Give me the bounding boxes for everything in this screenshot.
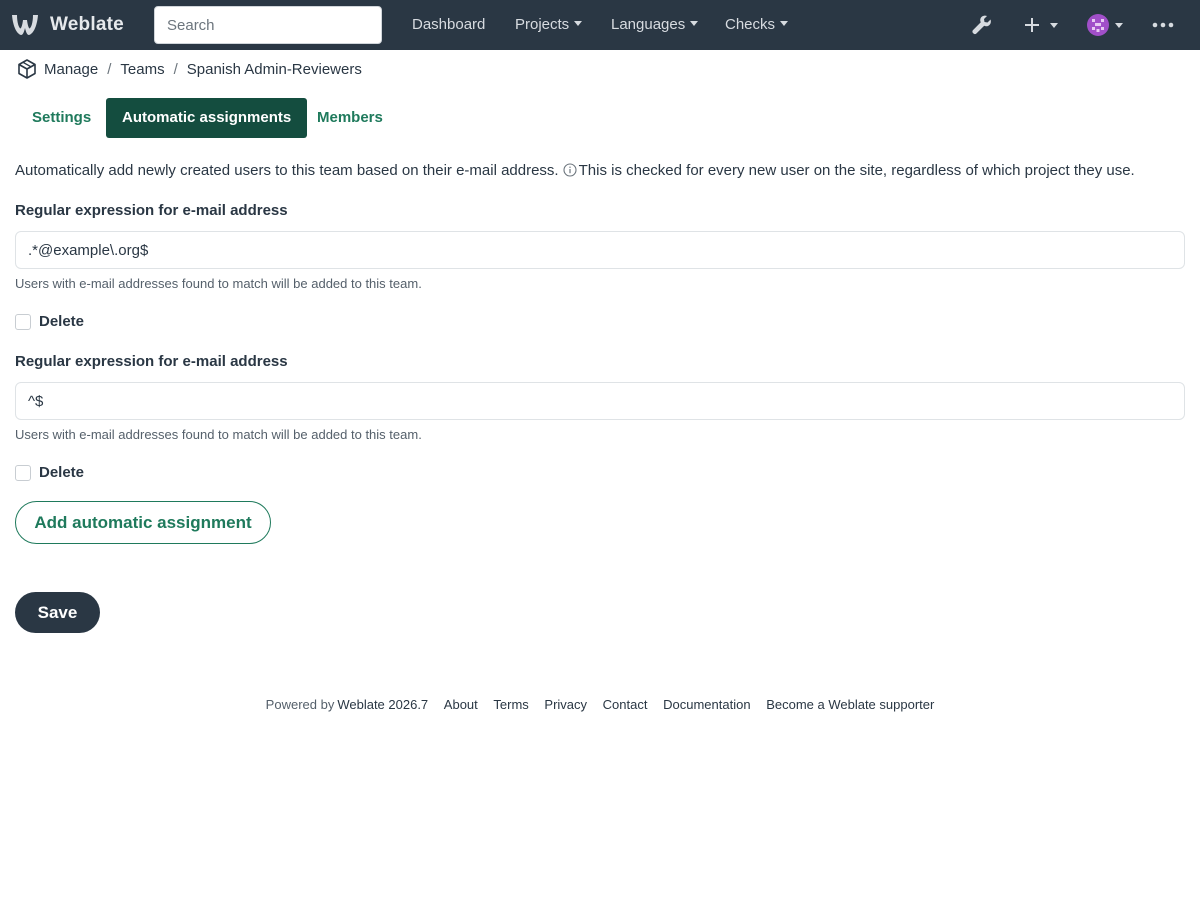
manage-button[interactable] — [970, 13, 994, 41]
nav-dashboard-label: Dashboard — [412, 16, 486, 33]
user-menu-button[interactable] — [1087, 14, 1109, 40]
regex-help-text: Users with e-mail addresses found to mat… — [15, 276, 422, 291]
nav-checks-dropdown[interactable]: Checks — [725, 15, 789, 35]
nav-dashboard[interactable]: Dashboard — [412, 15, 485, 35]
footer-link-documentation[interactable]: Documentation — [663, 697, 750, 712]
weblate-logo-icon — [12, 15, 38, 35]
delete-checkbox[interactable] — [15, 464, 31, 481]
wrench-icon — [972, 15, 991, 35]
avatar — [1087, 14, 1109, 36]
plus-icon — [1025, 18, 1039, 32]
delete-label: Delete — [39, 464, 85, 481]
add-menu-button[interactable] — [1022, 15, 1042, 39]
regex-help-text: Users with e-mail addresses found to mat… — [15, 427, 422, 442]
intro-description: Automatically add newly created users to… — [15, 162, 559, 179]
nav-projects-dropdown[interactable]: Projects — [515, 15, 583, 35]
footer-link-contact[interactable]: Contact — [603, 697, 648, 712]
intro-note: This is checked for every new user on th… — [578, 162, 1135, 179]
footer-link-terms[interactable]: Terms — [493, 697, 528, 712]
breadcrumb-team-name[interactable]: Spanish Admin-Reviewers — [187, 61, 362, 78]
manage-cube-icon — [16, 58, 38, 80]
caret-down-icon — [1050, 23, 1058, 28]
add-automatic-assignment-button[interactable]: Add automatic assignment — [15, 501, 271, 544]
caret-down-icon — [1115, 23, 1123, 28]
more-menu-button[interactable] — [1152, 15, 1174, 39]
caret-down-icon — [574, 21, 583, 26]
delete-checkbox[interactable] — [15, 313, 31, 330]
tab-settings[interactable]: Settings — [16, 98, 107, 138]
regex-input[interactable] — [15, 382, 1185, 420]
search-input[interactable] — [154, 6, 382, 44]
tab-automatic-assignments[interactable]: Automatic assignments — [106, 98, 308, 138]
footer-link-supporter[interactable]: Become a Weblate supporter — [766, 697, 934, 712]
footer: Powered by Weblate 2026.7 About Terms Pri… — [0, 697, 1200, 712]
brand-logo[interactable]: Weblate — [10, 11, 124, 39]
nav-checks-label: Checks — [725, 16, 776, 33]
regex-label: Regular expression for e-mail address — [15, 202, 288, 219]
tab-members[interactable]: Members — [301, 98, 399, 138]
nav-projects-label: Projects — [515, 16, 570, 33]
caret-down-icon — [780, 21, 789, 26]
brand-name: Weblate — [50, 14, 124, 35]
footer-link-privacy[interactable]: Privacy — [544, 697, 587, 712]
footer-powered-by-text: Powered by — [265, 697, 335, 712]
delete-label: Delete — [39, 313, 85, 330]
delete-checkbox-row[interactable]: Delete — [15, 464, 84, 481]
regex-label: Regular expression for e-mail address — [15, 353, 288, 370]
nav-languages-label: Languages — [611, 16, 686, 33]
footer-link-about[interactable]: About — [444, 697, 478, 712]
info-icon — [563, 162, 577, 184]
top-navbar: Weblate Dashboard Projects Languages Che… — [0, 0, 1200, 50]
intro-text: Automatically add newly created users to… — [15, 160, 1185, 184]
footer-powered-by: Powered by Weblate 2026.7 — [266, 697, 429, 712]
nav-languages-dropdown[interactable]: Languages — [611, 15, 699, 35]
breadcrumb-separator: / — [107, 60, 112, 78]
breadcrumb-manage[interactable]: Manage — [44, 61, 98, 78]
more-icon — [1152, 22, 1174, 28]
save-button[interactable]: Save — [15, 592, 100, 633]
caret-down-icon — [690, 21, 699, 26]
footer-version-link[interactable]: Weblate 2026.7 — [337, 697, 428, 712]
delete-checkbox-row[interactable]: Delete — [15, 313, 84, 330]
breadcrumb-teams[interactable]: Teams — [120, 61, 164, 78]
breadcrumb-separator: / — [173, 60, 178, 78]
breadcrumb: Manage / Teams / Spanish Admin-Reviewers — [16, 58, 362, 80]
regex-input[interactable] — [15, 231, 1185, 269]
